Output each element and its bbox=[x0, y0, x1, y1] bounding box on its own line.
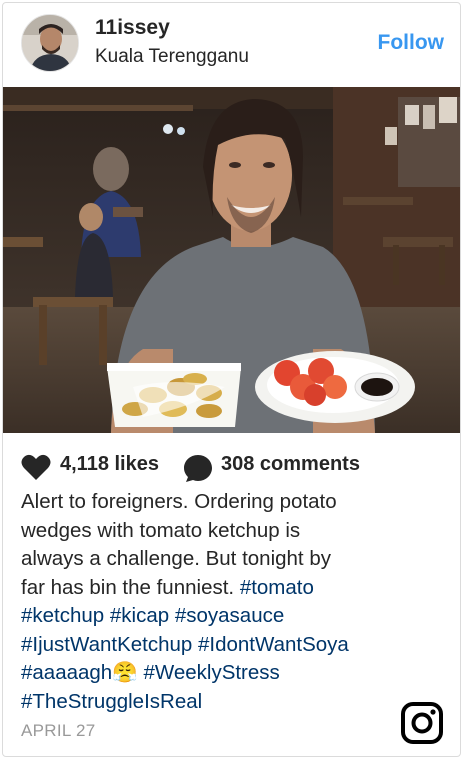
post-caption: Alert to foreigners. Ordering potato wed… bbox=[21, 488, 401, 716]
caption-line: #aaaaagh😤 #WeeklyStress bbox=[21, 659, 401, 688]
hashtag[interactable]: #tomato bbox=[240, 576, 314, 599]
instagram-logo-icon[interactable] bbox=[400, 701, 444, 745]
caption-text: far has bin the funniest. bbox=[21, 575, 235, 599]
caption-line: wedges with tomato ketchup is bbox=[21, 518, 301, 542]
caption-line: far has bin the funniest. #tomato bbox=[21, 574, 401, 603]
caption-line: Alert to foreigners. Ordering potato bbox=[21, 490, 337, 513]
post-photo[interactable] bbox=[3, 87, 460, 433]
avatar[interactable] bbox=[21, 14, 79, 72]
likes-count[interactable]: 4,118 likes bbox=[60, 453, 159, 476]
instagram-post-card: 11issey Kuala Terengganu Follow 4,118 li… bbox=[2, 2, 461, 757]
post-date: APRIL 27 bbox=[21, 721, 96, 740]
hashtag-line[interactable]: #IjustWantKetchup #IdontWantSoya bbox=[21, 631, 401, 660]
post-actions: 4,118 likes 308 comments bbox=[3, 445, 460, 485]
post-header: 11issey Kuala Terengganu Follow bbox=[3, 3, 460, 85]
hashtag-line[interactable]: #TheStruggleIsReal bbox=[21, 688, 401, 717]
comments-count[interactable]: 308 comments bbox=[221, 453, 360, 476]
hashtag[interactable]: #aaaaagh bbox=[21, 661, 112, 684]
username[interactable]: 11issey bbox=[95, 16, 170, 40]
hashtag-line[interactable]: #ketchup #kicap #soyasauce bbox=[21, 602, 401, 631]
location[interactable]: Kuala Terengganu bbox=[95, 46, 249, 68]
follow-button[interactable]: Follow bbox=[378, 31, 445, 55]
emoji: 😤 bbox=[112, 661, 138, 684]
caption-line: always a challenge. But tonight by bbox=[21, 547, 331, 570]
comment-bubble-icon[interactable] bbox=[183, 453, 213, 483]
hashtag[interactable]: #WeeklyStress bbox=[143, 661, 279, 684]
heart-icon[interactable] bbox=[21, 453, 51, 481]
